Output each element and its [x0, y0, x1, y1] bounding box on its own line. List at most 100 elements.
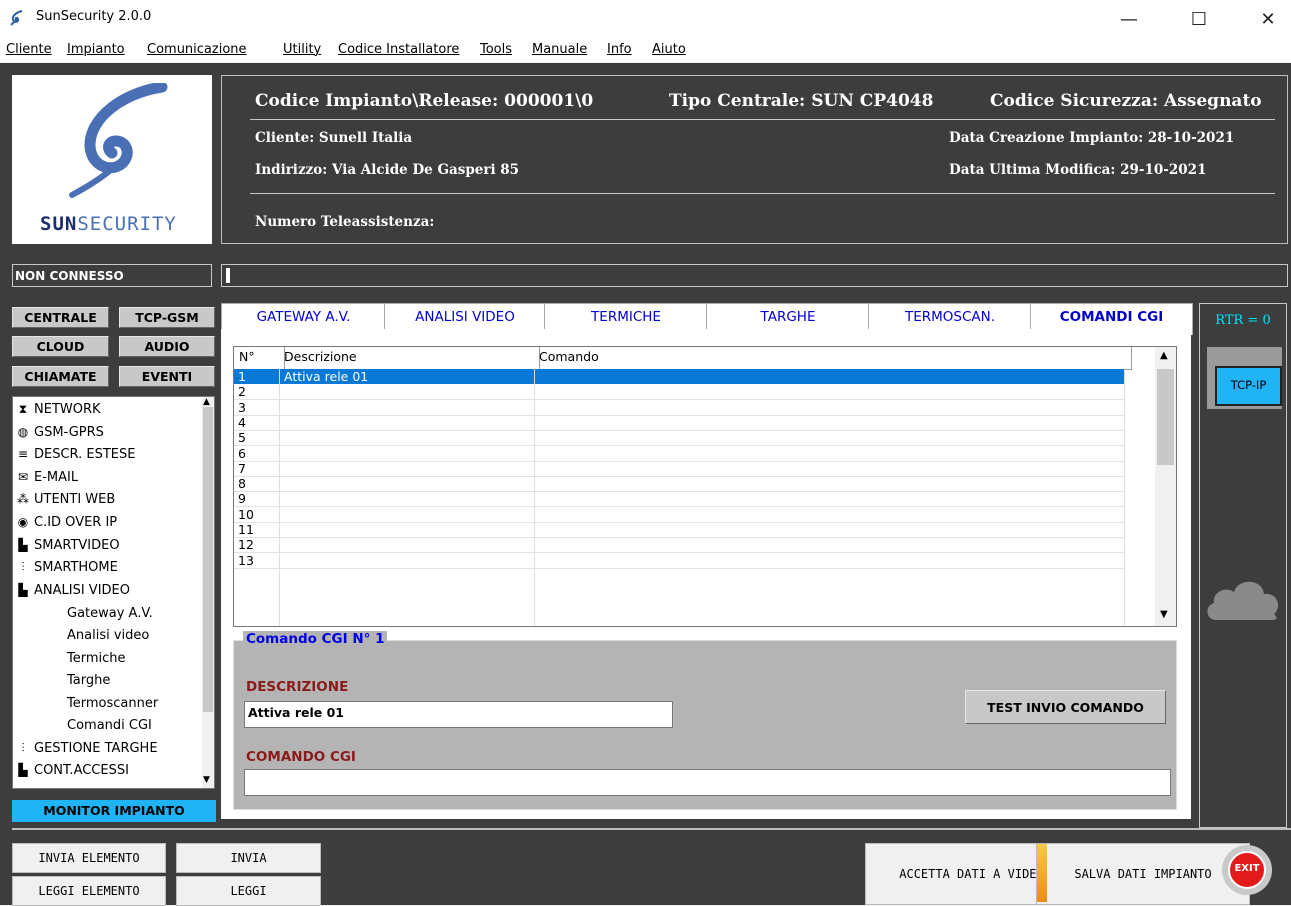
data-creazione: Data Creazione Impianto: 28-10-2021: [949, 130, 1235, 146]
tree-label: GESTIONE TARGHE: [34, 741, 158, 756]
tree-label: ANALISI VIDEO: [34, 583, 130, 598]
leggi-button[interactable]: LEGGI: [176, 876, 321, 906]
scroll-down-icon[interactable]: ▼: [203, 775, 210, 785]
monitor-impianto-button[interactable]: MONITOR IMPIANTO: [12, 800, 216, 822]
tree-label: E-MAIL: [34, 470, 79, 485]
row-number: 12: [238, 537, 254, 553]
leggi-elemento-button[interactable]: LEGGI ELEMENTO: [12, 876, 166, 906]
tree-scrollbar[interactable]: ▲ ▼: [202, 397, 214, 788]
cid-icon: ◉: [17, 515, 29, 529]
scroll-up-icon[interactable]: ▲: [203, 397, 210, 407]
cloud-button[interactable]: CLOUD: [12, 336, 109, 357]
tree-label: SMARTHOME: [34, 560, 118, 575]
close-button[interactable]: ✕: [1245, 0, 1291, 38]
table-row[interactable]: 4: [234, 415, 1124, 431]
column-divider: [534, 368, 535, 626]
navigation-tree[interactable]: ⧗ NETWORK ◍ GSM-GPRS ≡ DESCR. ESTESE ✉ E-MAI…: [12, 396, 215, 789]
tree-item-smarthome[interactable]: ⫶ SMARTHOME: [15, 560, 118, 575]
users-icon: ⁂: [17, 492, 29, 506]
chiamate-button[interactable]: CHIAMATE: [12, 366, 109, 387]
tree-item-utenti-web[interactable]: ⁂ UTENTI WEB: [15, 492, 115, 507]
menu-tools[interactable]: Tools: [480, 42, 512, 57]
camera-people-icon: ▙: [18, 583, 28, 597]
menu-aiuto[interactable]: Aiuto: [652, 42, 686, 57]
data-modifica: Data Ultima Modifica: 29-10-2021: [949, 162, 1207, 178]
table-row[interactable]: 10: [234, 507, 1124, 523]
table-row[interactable]: 5: [234, 430, 1124, 447]
tree-item-network[interactable]: ⧗ NETWORK: [15, 402, 101, 417]
tab-bar: GATEWAY A.V. ANALISI VIDEO TERMICHE TARG…: [221, 303, 1193, 335]
menu-utility[interactable]: Utility: [283, 42, 321, 57]
tcpip-button[interactable]: TCP-IP: [1215, 366, 1282, 406]
globe-icon: ◍: [17, 425, 29, 439]
tree-sub-termiche[interactable]: Termiche: [67, 651, 126, 666]
scroll-up-icon[interactable]: ▲: [1160, 350, 1168, 361]
tree-sub-gateway-av[interactable]: Gateway A.V.: [67, 606, 153, 621]
table-row[interactable]: 2: [234, 384, 1124, 401]
tree-sub-targhe[interactable]: Targhe: [67, 673, 110, 688]
header-divider: [250, 119, 1275, 120]
table-row[interactable]: 7: [234, 461, 1124, 477]
invia-elemento-button[interactable]: INVIA ELEMENTO: [12, 843, 166, 873]
scroll-down-icon[interactable]: ▼: [1160, 609, 1168, 620]
col-header-n[interactable]: N°: [234, 347, 285, 370]
tree-item-descr-estese[interactable]: ≡ DESCR. ESTESE: [15, 447, 136, 462]
tree-sub-analisi-video[interactable]: Analisi video: [67, 628, 149, 643]
maximize-button[interactable]: ☐: [1176, 0, 1222, 38]
window-title: SunSecurity 2.0.0: [36, 9, 152, 24]
eventi-button[interactable]: EVENTI: [119, 366, 215, 387]
tree-item-email[interactable]: ✉ E-MAIL: [15, 470, 78, 485]
menu-comunicazione[interactable]: Comunicazione: [147, 42, 247, 57]
descrizione-input[interactable]: Attiva rele 01: [244, 701, 673, 728]
row-number: 7: [238, 460, 246, 476]
codice-sicurezza: Codice Sicurezza: Assegnato: [990, 91, 1262, 111]
tree-item-gsm-gprs[interactable]: ◍ GSM-GPRS: [15, 425, 104, 440]
menu-codice-installatore[interactable]: Codice Installatore: [338, 42, 459, 57]
table-row[interactable]: 1 Attiva rele 01: [234, 369, 1124, 384]
tree-item-cont-accessi[interactable]: ▙ CONT.ACCESSI: [15, 763, 129, 778]
tcp-gsm-button[interactable]: TCP-GSM: [119, 307, 215, 328]
exit-icon: EXIT: [1228, 851, 1266, 889]
table-scrollbar-thumb[interactable]: [1157, 369, 1174, 465]
row-number: 8: [238, 476, 246, 492]
exit-button[interactable]: EXIT: [1222, 845, 1272, 895]
cgi-table[interactable]: N° Descrizione Comando 1 Attiva rele 01 2 3…: [233, 346, 1177, 627]
col-header-descrizione[interactable]: Descrizione: [279, 347, 540, 370]
invia-button[interactable]: INVIA: [176, 843, 321, 873]
col-header-comando[interactable]: Comando: [534, 347, 1132, 370]
test-invio-comando-button[interactable]: TEST INVIO COMANDO: [965, 690, 1166, 724]
plant-info-panel: Codice Impianto\Release: 000001\0 Tipo C…: [221, 75, 1288, 244]
indirizzo-label: Indirizzo: Via Alcide De Gasperi 85: [255, 162, 520, 178]
menu-manuale[interactable]: Manuale: [532, 42, 587, 57]
centrale-button[interactable]: CENTRALE: [12, 307, 109, 328]
column-divider: [279, 368, 280, 626]
menu-info[interactable]: Info: [607, 42, 632, 57]
table-row[interactable]: 11: [234, 522, 1124, 538]
row-description: Attiva rele 01: [284, 369, 369, 384]
table-row[interactable]: 13: [234, 553, 1124, 569]
comando-cgi-input[interactable]: [244, 769, 1171, 796]
cliente-label: Cliente: Sunell Italia: [255, 130, 413, 146]
descrizione-label: DESCRIZIONE: [246, 679, 349, 695]
tree-item-cid-over-ip[interactable]: ◉ C.ID OVER IP: [15, 515, 117, 530]
menu-cliente[interactable]: Cliente: [6, 42, 52, 57]
tree-scrollbar-thumb[interactable]: [203, 407, 213, 712]
tree-item-gestione-targhe[interactable]: ⫶ GESTIONE TARGHE: [15, 741, 158, 756]
salva-dati-button[interactable]: SALVA DATI IMPIANTO: [1036, 843, 1250, 905]
brand-wordmark-sun: SUN: [40, 213, 78, 235]
minimize-button[interactable]: —: [1106, 0, 1152, 38]
network-icon: ⧗: [18, 402, 28, 416]
table-row[interactable]: 9: [234, 491, 1124, 508]
menu-impianto[interactable]: Impianto: [67, 42, 125, 57]
tree-item-analisi-video[interactable]: ▙ ANALISI VIDEO: [15, 583, 130, 598]
tree-item-smartvideo[interactable]: ▙ SMARTVIDEO: [15, 538, 119, 553]
table-row[interactable]: 12: [234, 537, 1124, 554]
table-row[interactable]: 3: [234, 400, 1124, 416]
audio-button[interactable]: AUDIO: [119, 336, 215, 357]
table-row[interactable]: 8: [234, 476, 1124, 493]
table-scrollbar[interactable]: ▲ ▼: [1155, 347, 1176, 626]
table-row[interactable]: 6: [234, 446, 1124, 462]
tree-sub-termoscanner[interactable]: Termoscanner: [67, 696, 158, 711]
tree-sub-comandi-cgi[interactable]: Comandi CGI: [67, 718, 152, 733]
row-number: 1: [238, 369, 246, 384]
